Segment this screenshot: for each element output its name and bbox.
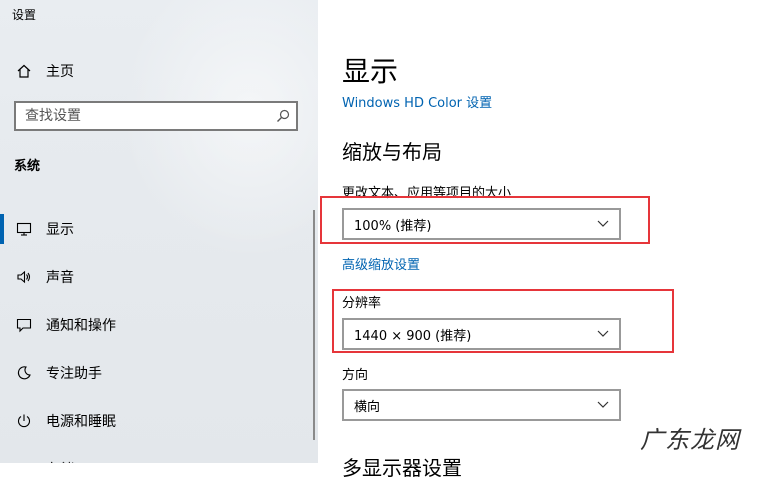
home-icon [14,61,34,81]
speaker-icon [14,267,34,287]
sidebar-item-focus-assist[interactable]: 专注助手 [0,349,318,397]
search-icon[interactable] [270,109,296,123]
search-box[interactable] [14,101,298,131]
storage-icon [14,459,34,463]
home-label: 主页 [46,64,74,80]
sidebar-item-label: 存储 [46,459,74,463]
hd-color-settings-link[interactable]: Windows HD Color 设置 [342,92,492,111]
power-icon [14,411,34,431]
multiple-displays-heading: 多显示器设置 [342,456,462,480]
notification-icon [14,315,34,335]
advanced-scaling-link[interactable]: 高级缩放设置 [342,254,420,273]
page-title: 显示 [342,55,399,88]
window-title: 设置 [12,8,37,22]
home-nav-item[interactable]: 主页 [14,60,74,82]
sidebar-item-label: 电源和睡眠 [46,414,116,430]
highlight-box-resolution [332,289,674,353]
orientation-dropdown[interactable]: 横向 [342,389,621,421]
sidebar-item-storage[interactable]: 存储 [0,445,318,463]
sidebar-item-notifications[interactable]: 通知和操作 [0,301,318,349]
sidebar-nav: 显示 声音 通知和操作 专注助手 电源和睡眠 [0,205,318,463]
monitor-icon [14,219,34,239]
section-label: 系统 [14,159,41,174]
sidebar-item-label: 显示 [46,222,74,238]
watermark: 广东龙网 [640,426,740,454]
sidebar-item-sound[interactable]: 声音 [0,253,318,301]
sidebar-item-display[interactable]: 显示 [0,205,318,253]
sidebar: 设置 主页 系统 显示 声音 通知和操作 [0,0,318,463]
moon-icon [14,363,34,383]
chevron-down-icon [597,398,609,413]
sidebar-scrollbar[interactable] [313,210,315,440]
orientation-dropdown-value: 横向 [354,399,381,415]
scale-layout-heading: 缩放与布局 [342,140,442,164]
highlight-box-scale [320,196,650,244]
orientation-label: 方向 [342,368,369,383]
sidebar-item-power-sleep[interactable]: 电源和睡眠 [0,397,318,445]
sidebar-item-label: 声音 [46,270,74,286]
search-input[interactable] [16,107,270,125]
sidebar-item-label: 专注助手 [46,366,102,382]
sidebar-item-label: 通知和操作 [46,318,116,334]
